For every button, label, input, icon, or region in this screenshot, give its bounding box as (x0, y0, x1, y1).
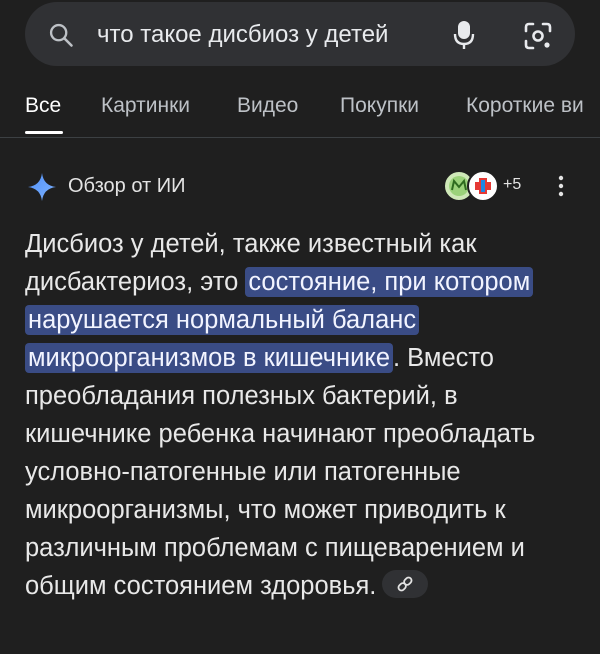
ai-overview-answer: Дисбиоз у детей, также известный как дис… (25, 225, 585, 605)
ai-overview-header: Обзор от ИИ +5 (0, 164, 600, 210)
search-input[interactable]: что такое дисбиоз у детей (97, 21, 417, 49)
active-tab-indicator (25, 131, 63, 134)
google-lens-icon[interactable] (523, 21, 553, 51)
tab-short-videos[interactable]: Короткие ви (466, 94, 584, 118)
ai-overview-title: Обзор от ИИ (68, 175, 186, 197)
more-options-icon[interactable] (551, 174, 571, 198)
microphone-icon[interactable] (452, 18, 476, 52)
tab-images[interactable]: Картинки (101, 94, 190, 118)
tab-all[interactable]: Все (25, 94, 61, 118)
source-link-button[interactable] (382, 570, 429, 599)
link-icon (397, 576, 413, 592)
answer-rest-text: . Вместо преобладания полезных бактерий,… (25, 344, 536, 600)
search-tabs: Все Картинки Видео Покупки Короткие ви (0, 90, 600, 136)
tabs-divider (0, 137, 600, 138)
tab-shopping[interactable]: Покупки (340, 94, 419, 118)
search-bar[interactable]: что такое дисбиоз у детей (25, 2, 575, 66)
source-avatar-2 (467, 170, 499, 202)
tab-videos[interactable]: Видео (237, 94, 298, 118)
search-icon (49, 23, 73, 47)
gemini-sparkle-icon (28, 173, 56, 201)
more-sources-count[interactable]: +5 (503, 176, 521, 194)
source-avatars[interactable] (443, 170, 499, 202)
